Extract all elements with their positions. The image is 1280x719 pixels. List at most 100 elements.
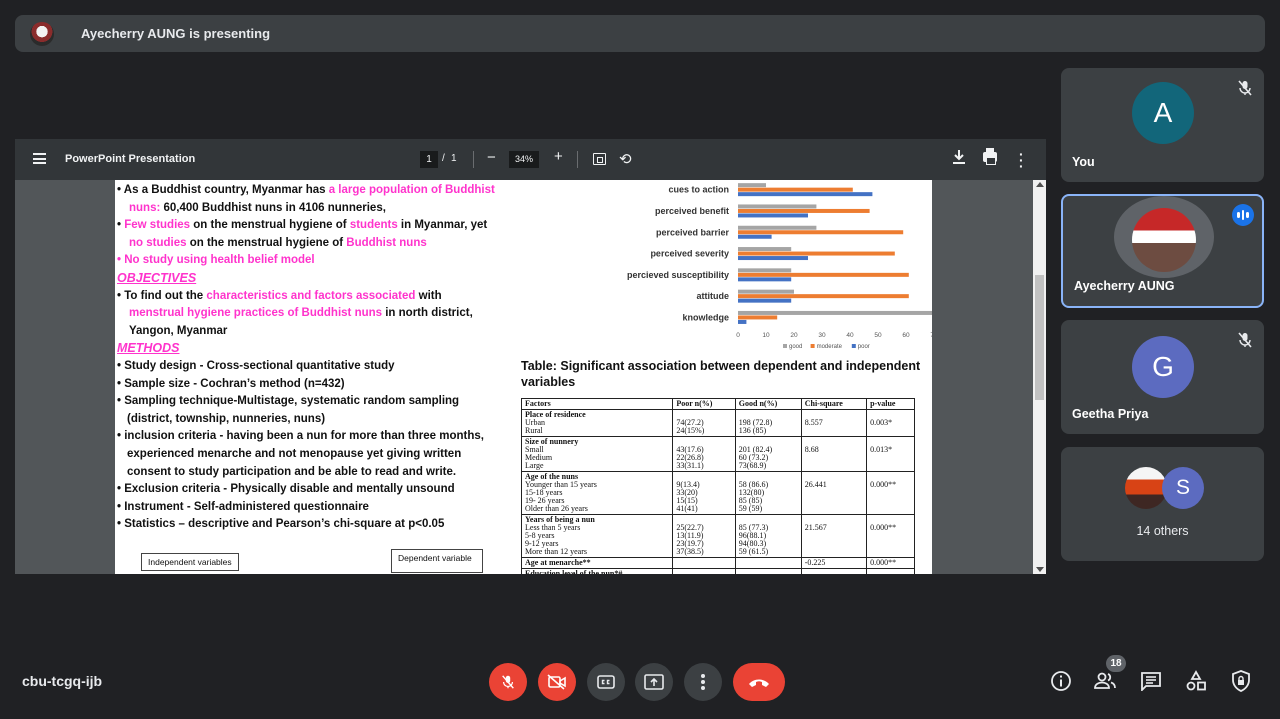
rotate-icon[interactable]: ⟲ (619, 150, 632, 168)
table-cell: -0.225 (800, 557, 868, 569)
others-count: 14 others (1136, 524, 1189, 538)
mic-toggle-button[interactable] (489, 663, 527, 701)
chart-category-label: percieved susceptibility (627, 270, 729, 280)
scroll-down-arrow-icon[interactable] (1036, 567, 1044, 572)
page-total: 1 (451, 153, 457, 164)
chart-bar (738, 183, 766, 188)
table-cell: 0.013* (866, 436, 915, 472)
table-cell (734, 557, 802, 569)
table-cell: 1(8.3) (672, 568, 736, 574)
chart-category-label: knowledge (682, 312, 729, 322)
slide-bullet: • Statistics – descriptive and Pearson’s… (117, 518, 445, 531)
table-row: Size of nunnery Small Medium Large 43(17.6)… (520, 436, 915, 472)
scroll-up-arrow-icon[interactable] (1036, 182, 1044, 187)
print-icon[interactable] (983, 148, 997, 165)
participant-tile-geetha[interactable]: G Geetha Priya (1061, 320, 1264, 434)
captions-button[interactable] (587, 663, 625, 701)
more-options-button[interactable] (684, 663, 722, 701)
slide-bullet: Yangon, Myanmar (129, 324, 228, 337)
table-row: Place of residence Urban Rural 74(27.2) 24(… (520, 409, 915, 437)
meeting-details-button[interactable] (1048, 668, 1074, 694)
association-table: Factors Poor n(%) Good n(%) Chi-square p-val… (520, 398, 915, 574)
chart-bar (738, 208, 870, 213)
table-cell: Place of residence Urban Rural (520, 409, 674, 437)
table-cell: 25(22.7) 13(11.9) 23(19.7) 37(38.5) (672, 514, 736, 558)
chart-bar (738, 298, 792, 303)
objectives-heading: OBJECTIVES (117, 270, 197, 285)
slide-bullet: • inclusion criteria - having been a nun… (117, 430, 484, 443)
menu-icon[interactable] (33, 153, 46, 164)
mic-off-icon (1238, 332, 1252, 348)
chart-bar (738, 268, 792, 273)
table-cell: Age of the nuns Younger than 15 years 15-1… (520, 471, 674, 515)
chart-bar (738, 277, 792, 282)
table-header: Chi-square (800, 398, 868, 410)
presenting-banner: Ayecherry AUNG is presenting (15, 15, 1265, 52)
download-icon[interactable] (953, 150, 965, 167)
info-icon (1051, 671, 1071, 691)
chart-bar (738, 230, 904, 235)
slide-bullet: consent to study participation and be ab… (127, 465, 457, 478)
participant-tile-others[interactable]: S 14 others (1061, 447, 1264, 561)
chart-bar (738, 204, 817, 209)
chart-tick-label: 20 (790, 332, 798, 339)
table-row: Age of the nuns Younger than 15 years 15-1… (520, 471, 915, 515)
table-cell: 9(13.4) 33(20) 15(15) 41(41) (672, 471, 736, 515)
table-cell: Years of being a nun Less than 5 years 5-8… (520, 514, 674, 558)
more-vert-icon[interactable]: · · · (1019, 147, 1024, 173)
chart-tick-label: 0 (736, 332, 740, 339)
slide-left-column: • As a Buddhist country, Myanmar has a l… (117, 182, 512, 534)
table-cell (672, 557, 736, 569)
chat-button[interactable] (1138, 668, 1164, 694)
chart-legend-label: moderate (817, 344, 843, 350)
presenter-avatar (30, 21, 54, 46)
zoom-out-button[interactable]: − (487, 149, 496, 166)
present-screen-button[interactable] (635, 663, 673, 701)
fit-page-icon[interactable] (593, 153, 606, 165)
table-cell: 85 (77.3) 96(88.1) 94(80.3) 59 (61.5) (734, 514, 802, 558)
host-controls-button[interactable] (1228, 668, 1254, 694)
chart-bar (738, 187, 853, 192)
chart-bar (738, 234, 772, 239)
chart-tick-label: 60 (902, 332, 910, 339)
chart-legend-swatch (783, 344, 787, 348)
avatar (1125, 467, 1167, 509)
table-header: Good n(%) (734, 398, 802, 410)
table-cell: 0.000** (866, 557, 915, 569)
chart-category-label: perceived severity (650, 249, 729, 259)
avatar: G (1132, 336, 1194, 398)
people-count-badge: 18 (1106, 655, 1126, 672)
zoom-input[interactable]: 34% (509, 151, 539, 168)
chart-bar (738, 247, 792, 252)
table-cell: 198 (72.8) 136 (85) (734, 409, 802, 437)
chart-legend-label: poor (858, 344, 870, 350)
chart-tick-label: 10 (762, 332, 770, 339)
chart-bar (738, 319, 747, 324)
participant-tile-ayecherry[interactable]: Ayecherry AUNG (1061, 194, 1264, 308)
more-vert-icon (701, 674, 705, 690)
end-call-button[interactable] (733, 663, 785, 701)
pdf-scrollbar[interactable] (1033, 180, 1046, 574)
scroll-thumb[interactable] (1035, 275, 1044, 400)
activities-button[interactable] (1183, 668, 1209, 694)
chart-bar (738, 289, 794, 294)
table-cell: 8.557 (800, 409, 868, 437)
camera-toggle-button[interactable] (538, 663, 576, 701)
zoom-in-button[interactable]: + (554, 148, 563, 165)
table-cell: 0.011* (866, 568, 915, 574)
participant-name: Geetha Priya (1072, 407, 1149, 421)
table-row: Age at menarche** -0.225 0.000** (520, 557, 915, 569)
table-cell: 0.003* (866, 409, 915, 437)
table-cell: Age at menarche** (520, 557, 674, 569)
mic-off-icon (1238, 80, 1252, 96)
table-header: Poor n(%) (672, 398, 736, 410)
chart-tick-label: 50 (874, 332, 882, 339)
chart-category-label: cues to action (668, 185, 729, 195)
chart-bar (738, 213, 808, 218)
page-number-input[interactable]: 1 (420, 151, 438, 168)
slide-bullet: nuns: 60,400 Buddhist nuns in 4106 nunne… (129, 201, 386, 214)
chart-legend-swatch (851, 344, 856, 348)
slide-bullet: • As a Buddhist country, Myanmar has a l… (117, 184, 495, 196)
participant-tile-you[interactable]: A You (1061, 68, 1264, 182)
chart-category-label: attitude (697, 291, 730, 301)
